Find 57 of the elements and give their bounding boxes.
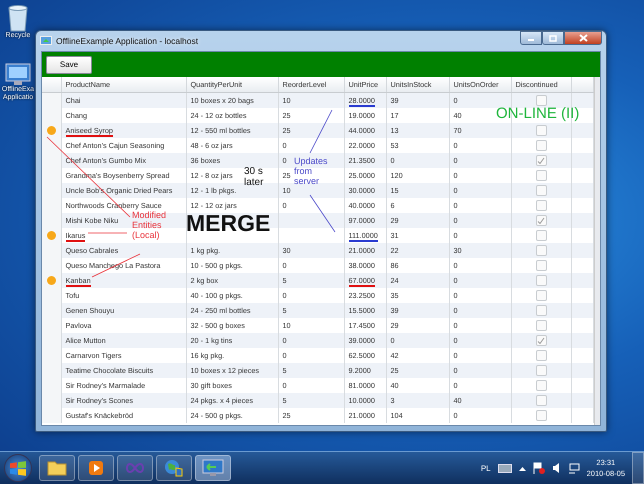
checkbox[interactable]: [536, 320, 546, 331]
checkbox[interactable]: [536, 305, 546, 316]
checkbox[interactable]: [536, 410, 546, 421]
taskbar-app[interactable]: [78, 455, 114, 481]
up-arrow-icon[interactable]: [518, 466, 526, 470]
folder-icon: [47, 460, 67, 476]
keyboard-icon[interactable]: [498, 464, 512, 472]
flag-icon[interactable]: [532, 462, 545, 474]
maximize-button[interactable]: [542, 31, 564, 45]
handwritten-note: 30 s later: [244, 166, 264, 188]
speaker-icon[interactable]: [552, 463, 561, 473]
show-desktop-button[interactable]: [632, 452, 644, 484]
handwritten-note: Modified Entities (Local): [132, 211, 168, 241]
application-icon[interactable]: [5, 62, 31, 86]
checkbox[interactable]: [536, 155, 546, 166]
checkbox[interactable]: [536, 200, 546, 211]
checkbox[interactable]: [536, 170, 546, 181]
checkbox[interactable]: [536, 245, 546, 256]
leader-line: [310, 194, 336, 232]
handwritten-note: ON-LINE (II): [496, 106, 580, 122]
globe-icon: [164, 459, 184, 477]
checkbox[interactable]: [536, 380, 546, 391]
save-button[interactable]: Save: [46, 56, 92, 74]
leader-line: [88, 232, 128, 234]
start-button[interactable]: [4, 454, 32, 482]
checkbox[interactable]: [536, 230, 546, 241]
checkbox[interactable]: [536, 290, 546, 301]
windows-logo-icon: [10, 460, 26, 476]
scrollbar[interactable]: [594, 77, 600, 425]
leader-line: [310, 110, 332, 154]
taskbar-app[interactable]: [39, 455, 75, 481]
checkbox[interactable]: [536, 275, 546, 286]
checkbox[interactable]: [536, 365, 546, 376]
checkbox[interactable]: [536, 335, 546, 346]
recycle-bin-icon[interactable]: [7, 4, 29, 32]
checkbox[interactable]: [536, 215, 546, 226]
network-icon[interactable]: [568, 462, 580, 474]
checkbox[interactable]: [536, 140, 546, 151]
handwritten-note: Updates from server: [294, 157, 329, 187]
minimize-button[interactable]: [520, 31, 542, 45]
window-title: OfflineExample Application - localhost: [56, 36, 200, 46]
checkbox[interactable]: [536, 350, 546, 361]
checkbox[interactable]: [536, 260, 546, 271]
app-icon: [40, 36, 52, 46]
checkbox[interactable]: [536, 185, 546, 196]
play-icon: [88, 460, 104, 476]
checkbox[interactable]: [536, 125, 546, 136]
monitor-icon: [202, 459, 224, 477]
checkbox[interactable]: [536, 95, 546, 106]
taskbar-app[interactable]: [156, 455, 192, 481]
maximize-icon: [549, 34, 557, 42]
close-icon: [578, 34, 588, 42]
checkbox[interactable]: [536, 395, 546, 406]
language-indicator[interactable]: PL: [480, 464, 491, 472]
handwritten-note: MERGE: [186, 212, 270, 235]
infinity-icon: [124, 461, 146, 475]
close-button[interactable]: [564, 31, 602, 45]
